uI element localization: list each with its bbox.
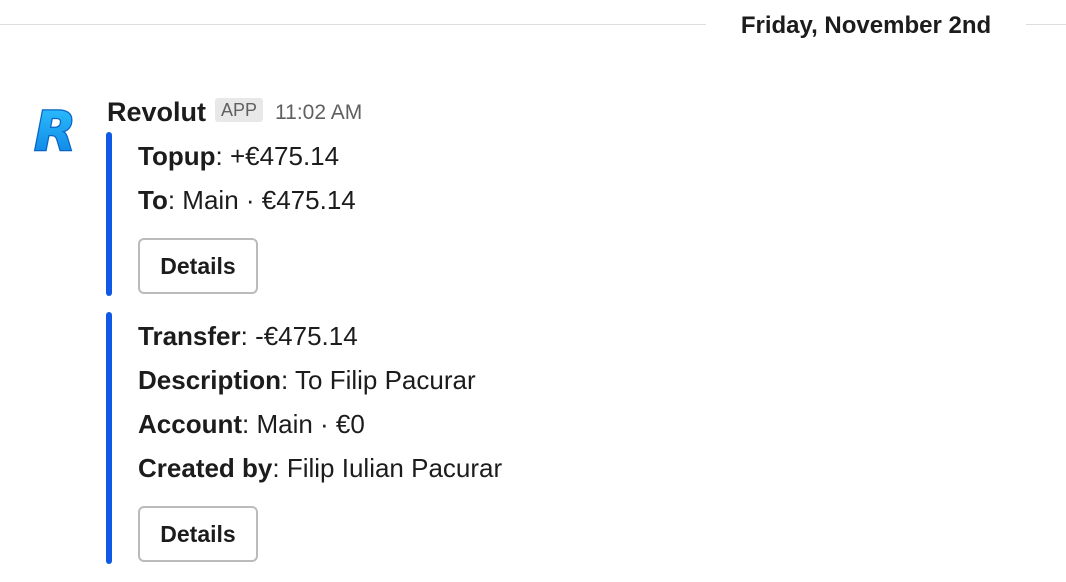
attachment-color-bar bbox=[106, 312, 112, 564]
message-header: Revolut APP 11:02 AM bbox=[107, 94, 362, 130]
field-key: Topup bbox=[138, 141, 216, 171]
field-key: Account bbox=[138, 409, 242, 439]
field-value: To Filip Pacurar bbox=[295, 365, 476, 395]
field-separator: : bbox=[215, 141, 230, 171]
field-separator: : bbox=[242, 409, 257, 439]
attachment-body: Topup: +€475.14 To: Main · €475.14 Detai… bbox=[138, 134, 356, 294]
field-created-by: Created by: Filip Iulian Pacurar bbox=[138, 446, 502, 490]
field-to: To: Main · €475.14 bbox=[138, 178, 356, 222]
attachment-body: Transfer: -€475.14 Description: To Filip… bbox=[138, 314, 502, 562]
field-separator: : bbox=[281, 365, 296, 395]
field-separator: : bbox=[167, 185, 183, 215]
field-key: Description bbox=[138, 365, 282, 395]
revolut-logo-icon[interactable]: R bbox=[26, 99, 84, 165]
divider-line-right bbox=[1026, 24, 1066, 25]
app-badge: APP bbox=[215, 98, 264, 122]
message-timestamp[interactable]: 11:02 AM bbox=[275, 95, 362, 131]
sender-name[interactable]: Revolut bbox=[107, 94, 206, 130]
divider-line-left bbox=[0, 24, 706, 25]
field-value: -€475.14 bbox=[255, 321, 358, 351]
field-topup: Topup: +€475.14 bbox=[138, 134, 356, 178]
attachment-transfer: Transfer: -€475.14 Description: To Filip… bbox=[106, 312, 706, 564]
details-button[interactable]: Details bbox=[138, 238, 258, 294]
field-key: Transfer bbox=[138, 321, 241, 351]
field-value: +€475.14 bbox=[229, 141, 340, 171]
field-account: Account: Main · €0 bbox=[138, 402, 502, 446]
field-separator: : bbox=[240, 321, 256, 351]
attachment-topup: Topup: +€475.14 To: Main · €475.14 Detai… bbox=[106, 132, 606, 296]
field-value: Filip Iulian Pacurar bbox=[286, 453, 503, 483]
field-value: Main · €0 bbox=[256, 409, 365, 439]
day-divider-label[interactable]: Friday, November 2nd bbox=[706, 10, 1026, 42]
svg-text:R: R bbox=[34, 100, 76, 158]
field-description: Description: To Filip Pacurar bbox=[138, 358, 502, 402]
day-divider: Friday, November 2nd bbox=[0, 0, 1066, 54]
field-key: To bbox=[138, 185, 168, 215]
field-value: Main · €475.14 bbox=[182, 185, 356, 215]
field-transfer: Transfer: -€475.14 bbox=[138, 314, 502, 358]
field-separator: : bbox=[272, 453, 287, 483]
attachment-color-bar bbox=[106, 132, 112, 296]
field-key: Created by bbox=[138, 453, 273, 483]
details-button[interactable]: Details bbox=[138, 506, 258, 562]
